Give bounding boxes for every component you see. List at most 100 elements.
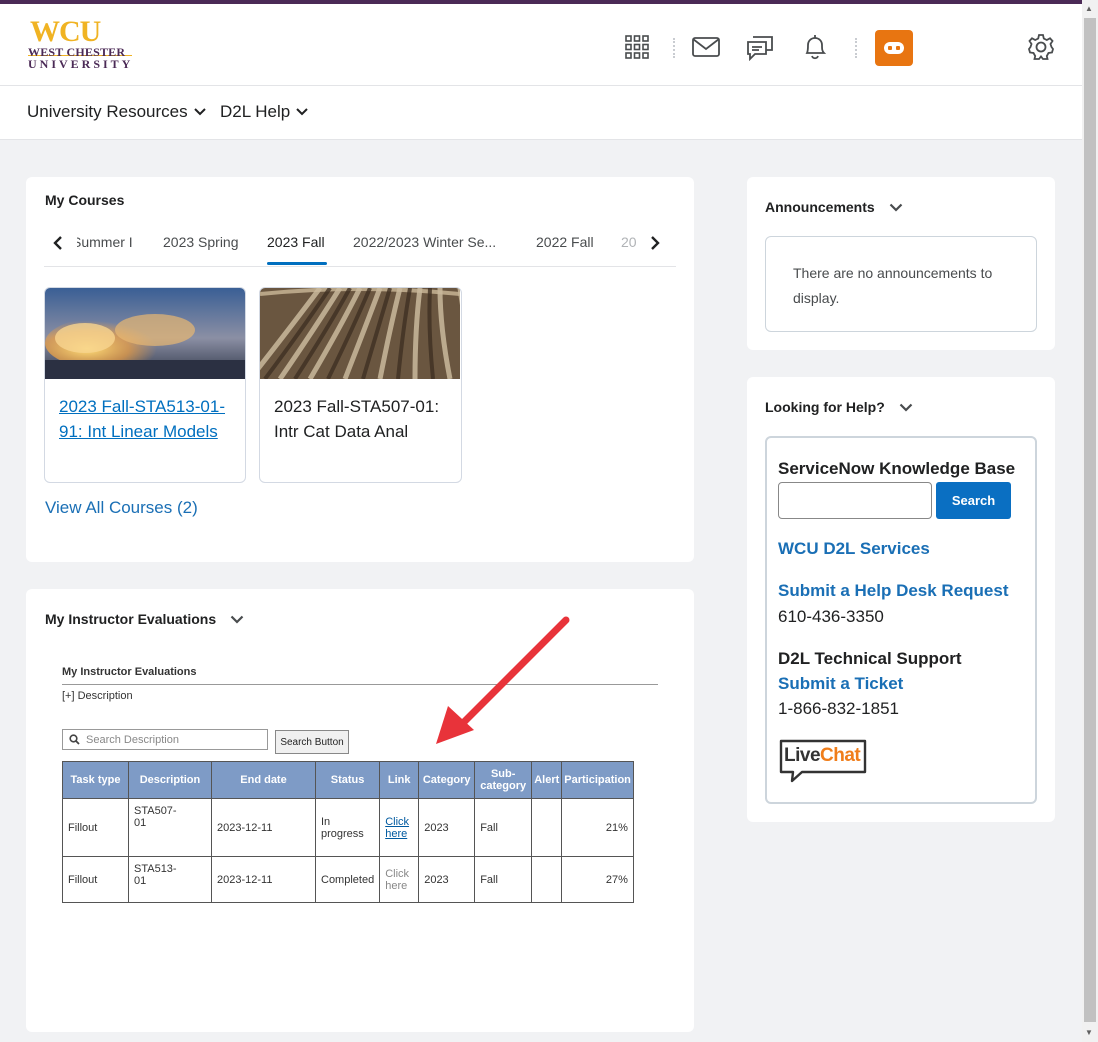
tab-2023-spring[interactable]: 2023 Spring xyxy=(163,234,239,250)
chevron-right-icon[interactable] xyxy=(649,235,661,256)
cell-participation: 21% xyxy=(561,798,634,857)
col-status[interactable]: Status xyxy=(314,761,381,799)
view-all-courses-link[interactable]: View All Courses (2) xyxy=(45,498,198,518)
livechat-live: Live xyxy=(784,745,821,766)
scrollbar-thumb[interactable] xyxy=(1084,18,1096,1022)
no-announcements-text: There are no announcements to display. xyxy=(793,265,993,306)
col-participation[interactable]: Participation xyxy=(561,761,634,799)
chevron-down-icon xyxy=(230,615,244,624)
my-courses-title: My Courses xyxy=(45,192,124,208)
messages-icon[interactable] xyxy=(745,32,775,62)
livechat-button[interactable]: LiveChat xyxy=(778,739,868,783)
red-arrow-annotation xyxy=(436,616,570,744)
livechat-text: LiveChat xyxy=(784,745,861,767)
course-tabs: Summer I 2023 Spring 2023 Fall 2022/2023… xyxy=(44,226,676,267)
wcu-logo[interactable]: WCU WEST CHESTER UNIVERSITY xyxy=(28,15,138,74)
widget-title: My Courses xyxy=(45,192,125,208)
cell-task-type: Fillout xyxy=(62,798,129,857)
table-row: Fillout STA513-01 2023-12-11 Completed C… xyxy=(62,856,634,903)
top-bar: WCU WEST CHESTER UNIVERSITY xyxy=(0,0,1082,86)
nav-bar: University Resources D2L Help xyxy=(0,86,1082,140)
description-text: STA507-01 xyxy=(134,805,177,829)
kb-title: ServiceNow Knowledge Base xyxy=(778,459,1016,478)
search-placeholder: Search Description xyxy=(86,733,179,746)
chevron-down-icon xyxy=(889,203,902,212)
course-name-sta507[interactable]: 2023 Fall-STA507-01: Intr Cat Data Anal xyxy=(274,394,454,444)
col-alert[interactable]: Alert xyxy=(531,761,563,799)
tab-2022-fall[interactable]: 2022 Fall xyxy=(536,234,594,250)
kb-search-input[interactable] xyxy=(778,482,932,519)
course-image-clouds xyxy=(45,288,245,379)
search-button[interactable]: Search Button xyxy=(275,730,349,754)
logo-wcu: WCU xyxy=(30,15,101,48)
tab-summer-i[interactable]: Summer I xyxy=(77,234,139,250)
gear-icon[interactable] xyxy=(1026,32,1056,62)
user-icon xyxy=(884,42,904,54)
cell-description: STA513-01 xyxy=(128,856,212,903)
tech-support-phone: 1-866-832-1851 xyxy=(778,699,899,718)
cell-subcategory: Fall xyxy=(474,798,533,857)
widget-title: Looking for Help? xyxy=(765,399,885,415)
tab-2022-2023-winter[interactable]: 2022/2023 Winter Se... xyxy=(353,234,496,250)
help-desk-request-link[interactable]: Submit a Help Desk Request xyxy=(778,581,1009,601)
col-subcategory[interactable]: Sub-category xyxy=(474,761,533,799)
help-title[interactable]: Looking for Help? xyxy=(765,399,913,415)
avatar[interactable] xyxy=(875,30,913,66)
chevron-left-icon[interactable] xyxy=(52,235,64,256)
nav-university-resources[interactable]: University Resources xyxy=(27,102,206,122)
chevron-down-icon xyxy=(193,108,206,116)
cell-alert xyxy=(531,798,563,857)
table-row: Fillout STA507-01 2023-12-11 In progress… xyxy=(62,798,634,857)
col-category[interactable]: Category xyxy=(418,761,476,799)
evaluations-table: Task type Description End date Status Li… xyxy=(62,761,634,903)
col-description[interactable]: Description xyxy=(128,761,212,799)
course-tile-sta507[interactable]: 2023 Fall-STA507-01: Intr Cat Data Anal xyxy=(259,287,462,483)
waffle-icon[interactable] xyxy=(622,32,652,62)
course-name-sta513[interactable]: 2023 Fall-STA513-01-91: Int Linear Model… xyxy=(59,394,239,444)
evaluations-title[interactable]: My Instructor Evaluations xyxy=(45,611,244,627)
kb-search-button[interactable]: Search xyxy=(936,482,1011,519)
submit-ticket-link[interactable]: Submit a Ticket xyxy=(778,674,903,694)
col-end-date[interactable]: End date xyxy=(211,761,316,799)
announcements-box: There are no announcements to display. xyxy=(765,236,1037,332)
cell-end-date: 2023-12-11 xyxy=(211,856,316,903)
click-here-link[interactable]: Click here xyxy=(385,816,413,840)
cell-description: STA507-01 xyxy=(128,798,212,857)
nav-label: University Resources xyxy=(27,102,188,121)
click-here-disabled: Click here xyxy=(385,867,410,892)
search-description-input[interactable]: Search Description xyxy=(62,729,268,750)
email-icon[interactable] xyxy=(691,32,721,62)
widget-title: My Instructor Evaluations xyxy=(45,611,217,627)
scroll-up-arrow[interactable]: ▲ xyxy=(1085,4,1093,13)
chevron-down-icon xyxy=(296,108,308,116)
tab-overflow[interactable]: 20 xyxy=(621,234,637,250)
cell-status: Completed xyxy=(314,856,381,903)
col-task-type[interactable]: Task type xyxy=(62,761,129,799)
cell-link: Click here xyxy=(379,798,420,857)
logo-line2: UNIVERSITY xyxy=(28,57,134,71)
separator xyxy=(855,38,859,58)
course-tile-sta513[interactable]: 2023 Fall-STA513-01-91: Int Linear Model… xyxy=(44,287,246,483)
cell-status: In progress xyxy=(314,798,381,857)
cell-end-date: 2023-12-11 xyxy=(211,798,316,857)
tab-2023-fall[interactable]: 2023 Fall xyxy=(267,234,325,250)
tech-support-title: D2L Technical Support xyxy=(778,649,962,668)
cell-alert xyxy=(531,856,563,903)
wcu-d2l-services-link[interactable]: WCU D2L Services xyxy=(778,539,930,559)
nav-label: D2L Help xyxy=(220,102,291,121)
cell-category: 2023 xyxy=(418,856,476,903)
col-link[interactable]: Link xyxy=(379,761,420,799)
livechat-chat: Chat xyxy=(820,745,861,766)
tab-label: Summer I xyxy=(77,234,133,250)
cell-link: Click here xyxy=(379,856,420,903)
scroll-down-arrow[interactable]: ▼ xyxy=(1085,1028,1093,1037)
table-header-row: Task type Description End date Status Li… xyxy=(62,761,634,799)
separator xyxy=(673,38,677,58)
chevron-down-icon xyxy=(899,403,913,412)
search-icon xyxy=(69,734,80,745)
nav-d2l-help[interactable]: D2L Help xyxy=(220,102,308,122)
announcements-title[interactable]: Announcements xyxy=(765,199,903,215)
description-text: STA513-01 xyxy=(134,863,177,887)
active-tab-indicator xyxy=(267,262,327,265)
bell-icon[interactable] xyxy=(800,32,830,62)
